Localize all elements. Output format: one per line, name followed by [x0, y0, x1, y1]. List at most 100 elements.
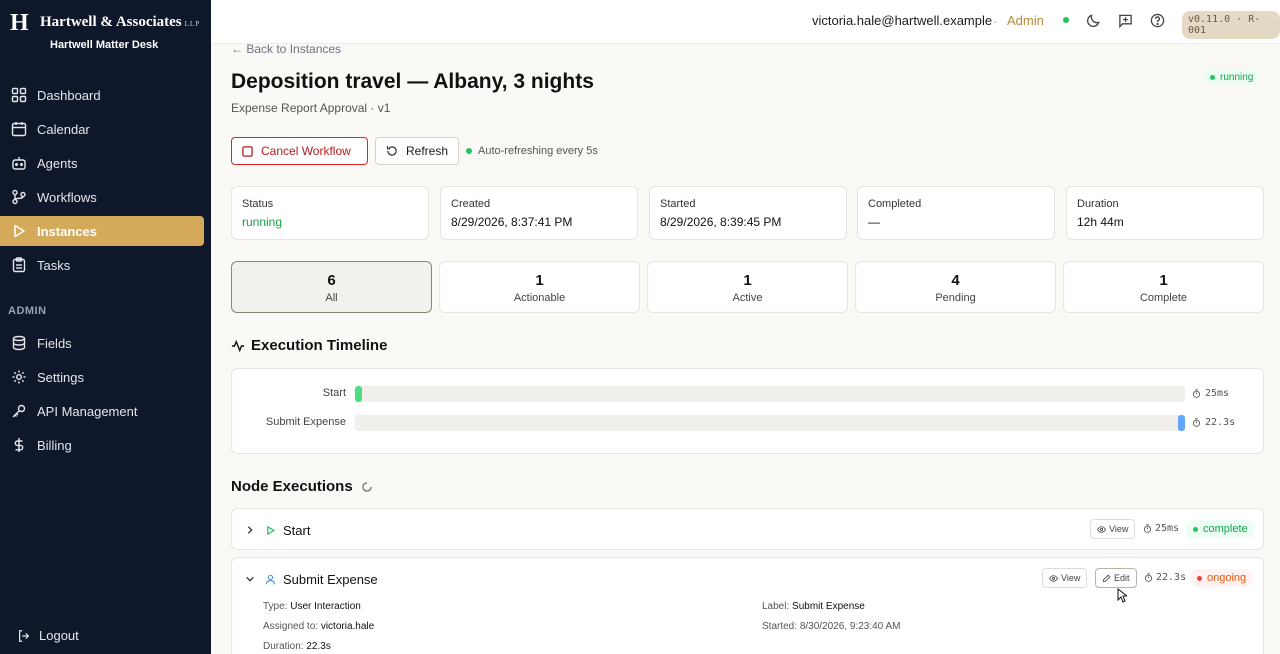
count-number: 4: [951, 272, 960, 289]
sidebar-item-api-management[interactable]: API Management: [0, 396, 204, 426]
count-label: Complete: [1139, 292, 1188, 304]
user-email[interactable]: victoria.hale@hartwell.example: [812, 13, 992, 28]
info-card-label: Completed: [868, 198, 922, 210]
key-icon: [10, 402, 28, 420]
info-card-label: Created: [451, 198, 491, 210]
view-button[interactable]: View: [1042, 568, 1088, 588]
topbar-separator: ·: [993, 14, 998, 29]
detail-assigned-label: Assigned to:: [263, 621, 319, 632]
info-card-label: Started: [660, 198, 696, 210]
count-number: 6: [327, 272, 336, 289]
node-executions-title: Node Executions: [231, 478, 353, 495]
filter-actionable[interactable]: 1 Actionable: [439, 261, 640, 313]
cancel-workflow-button[interactable]: Cancel Workflow: [231, 137, 368, 165]
refresh-label: Refresh: [406, 144, 449, 158]
auto-refresh-label: Auto-refreshing every 5s: [478, 145, 598, 157]
cancel-workflow-label: Cancel Workflow: [261, 144, 351, 158]
edit-label: Edit: [1114, 573, 1130, 583]
logout-button[interactable]: Logout: [17, 628, 79, 643]
count-number: 1: [1159, 272, 1168, 289]
count-label: All: [325, 292, 338, 304]
detail-label: Label: Submit Expense: [762, 601, 865, 612]
filter-complete[interactable]: 1 Complete: [1063, 261, 1264, 313]
detail-started-value: 8/30/2026, 9:23:40 AM: [799, 621, 901, 632]
timeline-duration-value: 25ms: [1205, 388, 1230, 399]
detail-assigned-value: victoria.hale: [320, 621, 375, 632]
gear-icon: [10, 368, 28, 386]
timeline-bar-submit-expense[interactable]: [1178, 415, 1185, 431]
timeline-duration: 25ms: [1192, 388, 1229, 399]
filter-active[interactable]: 1 Active: [647, 261, 848, 313]
brand-suffix: LLP: [184, 20, 201, 28]
sidebar-item-fields[interactable]: Fields: [0, 328, 204, 358]
sidebar-item-label: Agents: [37, 155, 78, 171]
detail-duration-value: 22.3s: [306, 641, 331, 652]
sidebar-item-label: Calendar: [37, 121, 90, 137]
feedback-icon[interactable]: [1116, 11, 1134, 29]
timeline-bar-start[interactable]: [355, 386, 362, 402]
filter-pending[interactable]: 4 Pending: [855, 261, 1056, 313]
timeline-row-label: Start: [322, 387, 346, 399]
filter-all[interactable]: 6 All: [231, 261, 432, 313]
view-label: View: [1061, 573, 1081, 583]
brand-logo: H: [10, 10, 29, 36]
calendar-icon: [10, 120, 28, 138]
sidebar-item-tasks[interactable]: Tasks: [0, 250, 204, 280]
detail-assigned: Assigned to: victoria.hale: [263, 621, 374, 632]
sidebar-item-label: Tasks: [37, 257, 71, 273]
detail-type-value: User Interaction: [290, 601, 361, 612]
info-card-value: 8/29/2026, 8:39:45 PM: [660, 215, 782, 229]
sidebar-item-calendar[interactable]: Calendar: [0, 114, 204, 144]
square-icon: [242, 145, 253, 157]
detail-label-value: Submit Expense: [792, 601, 865, 612]
info-card-completed: Completed —: [857, 186, 1055, 240]
status-badge: ongoing: [1190, 569, 1254, 587]
node-duration: 22.3s: [1144, 572, 1186, 583]
logout-label: Logout: [39, 628, 79, 643]
execution-timeline: Start 25ms Submit Expense 22.3s: [231, 368, 1264, 454]
sidebar-item-instances[interactable]: Instances: [0, 216, 204, 246]
edit-button[interactable]: Edit: [1095, 568, 1137, 588]
sidebar-item-agents[interactable]: Agents: [0, 148, 204, 178]
refresh-button[interactable]: Refresh: [375, 137, 459, 165]
node-row-start: Start View 25ms complete: [231, 508, 1264, 550]
info-card-started: Started 8/29/2026, 8:39:45 PM: [649, 186, 847, 240]
refresh-icon: [386, 145, 398, 157]
chevron-right-icon[interactable]: [245, 525, 255, 535]
view-button[interactable]: View: [1090, 519, 1136, 539]
sidebar-admin-heading: ADMIN: [8, 305, 47, 317]
info-card-created: Created 8/29/2026, 8:37:41 PM: [440, 186, 638, 240]
status-label: complete: [1203, 523, 1248, 535]
sidebar-item-workflows[interactable]: Workflows: [0, 182, 204, 212]
node-name: Start: [283, 522, 311, 538]
timer-icon: [1143, 524, 1152, 533]
status-badge: running: [1204, 69, 1260, 86]
chevron-down-icon[interactable]: [245, 574, 255, 584]
back-to-instances-link[interactable]: ← Back to Instances: [231, 42, 341, 56]
status-badge-label: running: [1220, 72, 1254, 83]
status-dot: [1197, 575, 1202, 581]
detail-duration: Duration: 22.3s: [263, 641, 331, 652]
sidebar-item-label: Fields: [37, 335, 72, 351]
play-icon: [10, 222, 28, 240]
info-card-label: Status: [242, 198, 274, 210]
moon-icon[interactable]: [1084, 11, 1102, 29]
sidebar-item-dashboard[interactable]: Dashboard: [0, 80, 204, 110]
info-card-duration: Duration 12h 44m: [1066, 186, 1264, 240]
timeline-duration-value: 22.3s: [1205, 417, 1236, 428]
help-icon[interactable]: [1148, 11, 1166, 29]
detail-duration-label: Duration:: [263, 641, 304, 652]
node-duration: 25ms: [1143, 523, 1179, 534]
sidebar-item-billing[interactable]: Billing: [0, 430, 204, 460]
eye-icon: [1049, 574, 1058, 583]
node-duration-value: 22.3s: [1156, 572, 1187, 583]
info-card-value: —: [868, 215, 880, 229]
count-label: Actionable: [513, 292, 566, 304]
auto-refresh-dot: [466, 148, 472, 154]
info-card-label: Duration: [1077, 198, 1119, 210]
sidebar-item-settings[interactable]: Settings: [0, 362, 204, 392]
brand-name: Hartwell & Associates LLP: [40, 14, 200, 31]
mouse-cursor-icon: [1117, 587, 1129, 608]
sidebar-item-label: Instances: [37, 223, 97, 239]
timeline-track: [355, 386, 1185, 402]
